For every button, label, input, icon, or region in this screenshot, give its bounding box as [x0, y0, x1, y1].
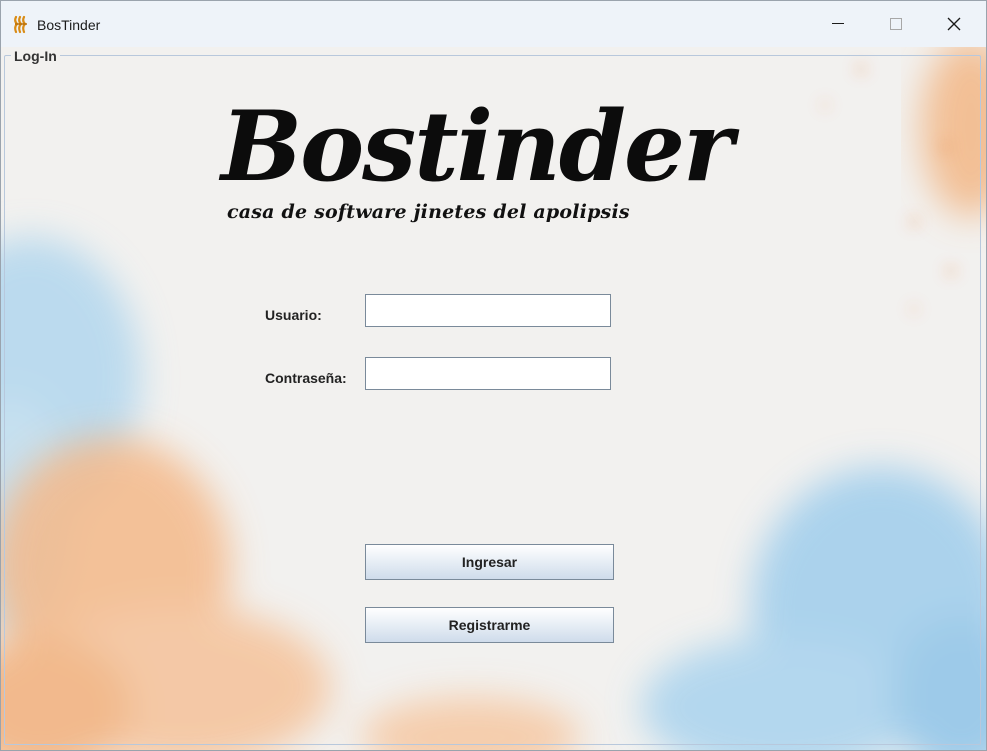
- username-input[interactable]: [365, 294, 611, 327]
- minimize-button[interactable]: [809, 1, 867, 47]
- close-button[interactable]: [925, 1, 983, 47]
- maximize-button[interactable]: [867, 1, 925, 47]
- logo-brand-text: Bostinder: [221, 90, 734, 203]
- logo-tagline: casa de software jinetes del apolipsis: [227, 201, 630, 223]
- window-title: BosTinder: [37, 17, 101, 33]
- login-button[interactable]: Ingresar: [365, 544, 614, 580]
- panel-title: Log-In: [11, 48, 60, 64]
- password-label: Contraseña:: [265, 370, 347, 386]
- username-label: Usuario:: [265, 307, 322, 323]
- bostinder-logo: Bostinder casa de software jinetes del a…: [221, 99, 751, 229]
- bostinder-app-icon: [14, 15, 27, 34]
- title-bar[interactable]: BosTinder: [1, 1, 986, 47]
- minimize-icon: [832, 23, 844, 24]
- login-panel: Log-In Bostinder casa de software jinete…: [1, 47, 986, 750]
- maximize-icon: [890, 18, 902, 30]
- register-button[interactable]: Registrarme: [365, 607, 614, 643]
- password-input[interactable]: [365, 357, 611, 390]
- close-icon: [947, 17, 961, 31]
- app-window: BosTinder Log-In Bostinder casa de softw…: [0, 0, 987, 751]
